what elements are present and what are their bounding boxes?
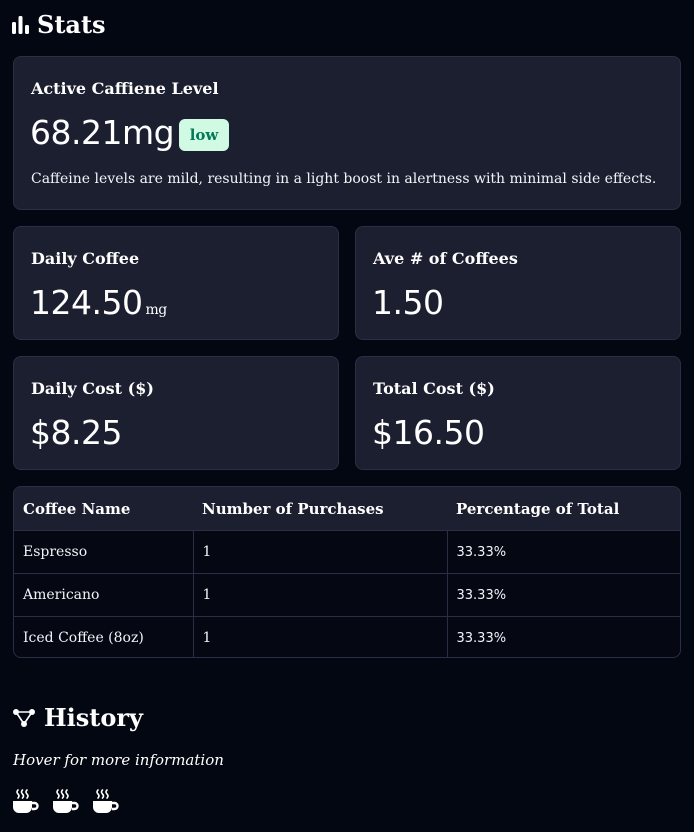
daily-coffee-card: Daily Coffee 124.50 mg [13, 226, 339, 340]
percentage-cell: 33.33% [446, 573, 680, 617]
purchases-cell: 1 [192, 530, 447, 574]
daily-coffee-label: Daily Coffee [31, 249, 140, 268]
stats-heading: Stats [12, 10, 106, 39]
history-heading: History [12, 703, 143, 732]
daily-cost-label: Daily Cost ($) [31, 379, 154, 398]
daily-cost-value: $8.25 [30, 413, 122, 452]
daily-coffee-value-wrap: 124.50 mg [30, 283, 167, 322]
history-title: History [44, 703, 143, 732]
table-row: Americano 1 33.33% [14, 573, 680, 617]
table-row: Espresso 1 33.33% [14, 530, 680, 574]
history-list [12, 788, 119, 815]
daily-coffee-unit: mg [145, 302, 167, 318]
stats-title: Stats [37, 10, 106, 39]
table-header-row: Coffee Name Number of Purchases Percenta… [14, 487, 680, 531]
coffee-table: Coffee Name Number of Purchases Percenta… [13, 486, 681, 658]
table-row: Iced Coffee (8oz) 1 33.33% [14, 616, 680, 657]
percentage-cell: 33.33% [446, 616, 680, 657]
coffee-cup-icon[interactable] [52, 788, 79, 815]
coffee-name-cell: Americano [14, 573, 193, 617]
caffeine-level-value: 68.21mg [30, 113, 175, 152]
daily-coffee-value: 124.50 [30, 283, 143, 322]
total-cost-label: Total Cost ($) [373, 379, 495, 398]
caffeine-level-label: Active Caffiene Level [31, 79, 219, 98]
daily-cost-card: Daily Cost ($) $8.25 [13, 356, 339, 470]
column-header-coffee-name: Coffee Name [14, 487, 193, 531]
history-hint: Hover for more information [13, 751, 224, 769]
purchases-cell: 1 [192, 616, 447, 657]
total-cost-value: $16.50 [372, 413, 485, 452]
total-cost-card: Total Cost ($) $16.50 [355, 356, 681, 470]
coffee-name-cell: Iced Coffee (8oz) [14, 616, 193, 657]
column-header-purchases: Number of Purchases [193, 487, 447, 531]
caffeine-description: Caffeine levels are mild, resulting in a… [31, 171, 657, 187]
ave-coffees-value: 1.50 [372, 283, 444, 322]
coffee-name-cell: Espresso [14, 530, 193, 574]
ave-coffees-card: Ave # of Coffees 1.50 [355, 226, 681, 340]
timeline-icon [12, 708, 36, 728]
percentage-cell: 33.33% [446, 530, 680, 574]
caffeine-status-badge: low [179, 119, 229, 151]
column-header-percentage: Percentage of Total [447, 487, 680, 531]
caffeine-level-card: Active Caffiene Level 68.21mg low Caffei… [13, 56, 681, 210]
coffee-cup-icon[interactable] [12, 788, 39, 815]
ave-coffees-label: Ave # of Coffees [373, 249, 518, 268]
coffee-cup-icon[interactable] [92, 788, 119, 815]
bar-chart-icon [12, 15, 29, 34]
purchases-cell: 1 [192, 573, 447, 617]
